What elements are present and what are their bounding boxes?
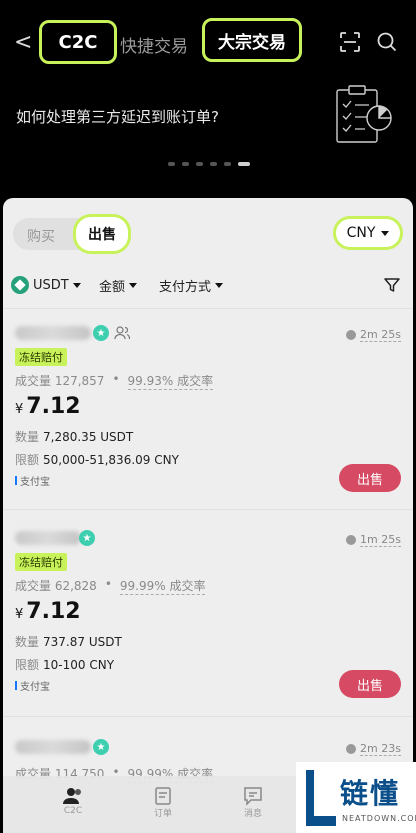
currency-select[interactable]: CNY [333, 216, 403, 250]
coin-filter-label: USDT [33, 277, 69, 293]
ad-list-panel: 购买 出售 CNY USDT 金额 支付方式 ★ 2m 25s 冻结赔付 成交量… [3, 198, 413, 833]
nav-messages[interactable]: 消息 [233, 786, 273, 819]
verified-icon: ★ [79, 530, 95, 546]
carousel-dot[interactable] [196, 162, 203, 166]
ad-card: ★ 2m 25s 冻结赔付 成交量 127,857 • 99.93% 成交率 ¥… [3, 308, 413, 508]
verified-icon: ★ [93, 739, 109, 755]
tab-c2c[interactable]: C2C [39, 20, 117, 64]
caret-down-icon [215, 283, 224, 288]
nav-messages-label: 消息 [243, 809, 262, 819]
merchant-name[interactable] [15, 326, 91, 340]
back-icon[interactable]: < [14, 30, 32, 55]
freeze-compensation-badge: 冻结赔付 [15, 553, 67, 571]
ad-card: ★ 1m 25s 冻结赔付 成交量 62,828 • 99.99% 成交率 ¥ … [3, 509, 413, 715]
limit-row: 限额 10-100 CNY [15, 658, 115, 672]
nav-orders[interactable]: 订单 [143, 786, 183, 819]
carousel-dot-active[interactable] [238, 162, 250, 166]
trade-stats: 成交量 127,857 • 99.93% 成交率 [15, 372, 214, 390]
filter-icon[interactable] [383, 276, 401, 294]
quantity-row: 数量 737.87 USDT [15, 635, 122, 649]
tab-quick-trade[interactable]: 快捷交易 [120, 32, 188, 57]
usdt-icon [11, 276, 29, 294]
clock-icon [346, 535, 357, 545]
payment-filter-label: 支付方式 [159, 280, 212, 295]
watermark-logo: 链懂 NEATDOWN.COM [296, 762, 416, 833]
ad-price: ¥ 7.12 [15, 599, 81, 624]
carousel-dot[interactable] [168, 162, 175, 166]
quantity-row: 数量 7,280.35 USDT [15, 430, 134, 444]
amount-filter-label: 金额 [99, 280, 126, 295]
caret-down-icon [381, 230, 390, 236]
carousel-dot[interactable] [182, 162, 189, 166]
document-chart-illustration [336, 85, 392, 143]
trade-stats: 成交量 62,828 • 99.99% 成交率 [15, 577, 206, 595]
clock-icon [346, 330, 357, 340]
nav-c2c[interactable]: C2C [53, 786, 93, 816]
people-icon [114, 326, 130, 340]
filter-bar: USDT 金额 支付方式 [11, 276, 407, 300]
response-timer: 2m 23s [346, 742, 401, 756]
carousel-dot[interactable] [224, 162, 231, 166]
watermark-cn: 链懂 [340, 777, 401, 810]
merchant-name[interactable] [15, 531, 81, 545]
payment-filter[interactable]: 支付方式 [159, 276, 224, 295]
amount-filter[interactable]: 金额 [99, 276, 138, 295]
payment-marker [15, 681, 17, 690]
watermark-en: NEATDOWN.COM [342, 814, 416, 823]
payment-method: 支付宝 [15, 678, 50, 693]
top-header: < C2C 快捷交易 大宗交易 如何处理第三方延迟到账订单? [0, 0, 416, 190]
payment-method: 支付宝 [15, 473, 50, 488]
nav-c2c-label: C2C [63, 806, 83, 816]
coin-filter[interactable]: USDT [11, 276, 81, 294]
carousel-dot[interactable] [210, 162, 217, 166]
buy-sell-toggle: 购买 出售 [13, 214, 131, 254]
currency-value: CNY [346, 225, 376, 241]
nav-orders-label: 订单 [153, 809, 172, 819]
ad-price: ¥ 7.12 [15, 394, 81, 419]
merchant-name[interactable] [15, 740, 91, 754]
caret-down-icon [72, 282, 81, 288]
sell-button[interactable]: 出售 [339, 464, 401, 492]
response-timer: 2m 25s [346, 328, 401, 342]
search-icon[interactable] [376, 31, 398, 53]
tab-bulk-trade[interactable]: 大宗交易 [202, 18, 302, 62]
users-icon [63, 788, 81, 804]
banner-text[interactable]: 如何处理第三方延迟到账订单? [16, 106, 219, 127]
caret-down-icon [129, 283, 138, 288]
payment-marker [15, 476, 17, 485]
freeze-compensation-badge: 冻结赔付 [15, 348, 67, 366]
clock-icon [346, 744, 357, 754]
sell-button[interactable]: 出售 [339, 670, 401, 698]
response-timer: 1m 25s [346, 533, 401, 547]
message-icon [244, 787, 262, 806]
orders-icon [155, 787, 171, 805]
logo-mark [306, 770, 336, 826]
limit-row: 限额 50,000-51,836.09 CNY [15, 453, 179, 467]
scan-icon[interactable] [339, 31, 361, 53]
buy-tab[interactable]: 购买 [27, 226, 55, 246]
sell-tab[interactable]: 出售 [73, 214, 131, 254]
carousel-dots[interactable] [168, 162, 250, 166]
verified-icon: ★ [93, 325, 109, 341]
